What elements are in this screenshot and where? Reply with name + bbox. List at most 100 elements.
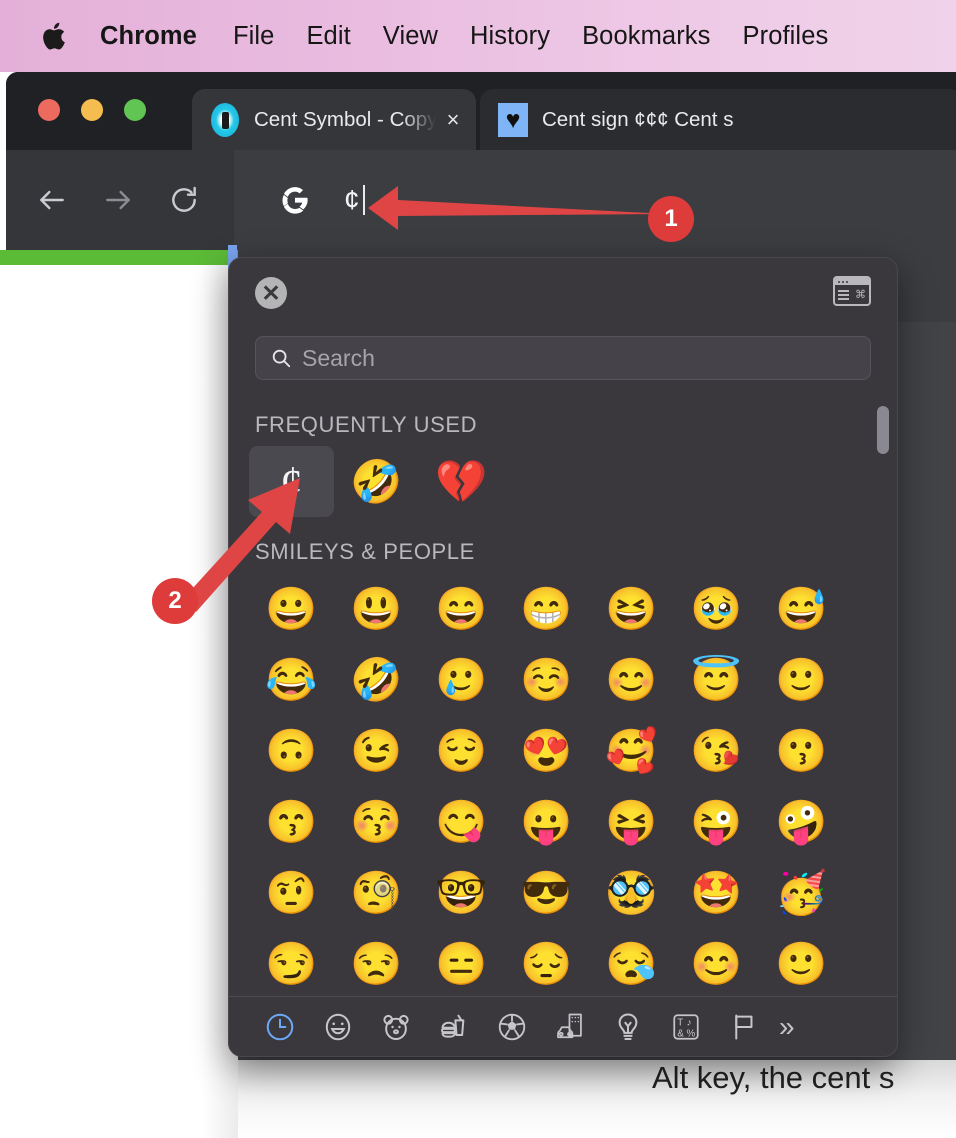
sleepy-face-emoji[interactable]: 😪 xyxy=(589,928,674,999)
text-caret xyxy=(362,185,365,215)
relieved-face-emoji[interactable]: 😌 xyxy=(419,715,504,786)
apple-logo-icon[interactable] xyxy=(38,18,68,54)
star-struck-emoji[interactable]: 🤩 xyxy=(674,857,759,928)
menu-item-bookmarks[interactable]: Bookmarks xyxy=(582,22,710,51)
browser-toolbar: ¢ xyxy=(6,150,956,250)
smiling-face-heart-eyes-emoji[interactable]: 😍 xyxy=(504,715,589,786)
svg-text:♪: ♪ xyxy=(687,1017,692,1028)
grinning-squinting-face-emoji[interactable]: 😆 xyxy=(589,573,674,644)
emoji-row: ¢ 🤣 💔 xyxy=(229,446,897,517)
menu-item-file[interactable]: File xyxy=(233,22,275,51)
menu-item-history[interactable]: History xyxy=(470,22,550,51)
annotation-marker-1: 1 xyxy=(648,196,694,242)
slightly-smiling-face-emoji[interactable]: 🙂 xyxy=(759,644,844,715)
rolling-on-the-floor-laughing-emoji[interactable]: 🤣 xyxy=(334,644,419,715)
partying-face-emoji[interactable]: 🥳 xyxy=(759,857,844,928)
window-traffic-lights xyxy=(38,99,146,121)
face-with-raised-eyebrow-emoji[interactable]: 🤨 xyxy=(249,857,334,928)
smiling-face-emoji[interactable]: ☺️ xyxy=(504,644,589,715)
car-building-icon[interactable] xyxy=(541,1005,599,1049)
nerd-face-emoji[interactable]: 🤓 xyxy=(419,857,504,928)
face-with-tears-of-joy-emoji[interactable]: 😂 xyxy=(249,644,334,715)
tab-cent-sign[interactable]: ♥ Cent sign ¢¢¢ Cent s xyxy=(480,89,956,151)
menu-item-chrome[interactable]: Chrome xyxy=(100,22,197,51)
emoji-row: 😏 😒 😑 😔 😪 😊 🙂 xyxy=(229,928,897,999)
frequently-used-cent-symbol[interactable]: ¢ xyxy=(249,446,334,517)
forward-arrow-icon[interactable] xyxy=(96,178,140,222)
kissing-face-emoji[interactable]: 😗 xyxy=(759,715,844,786)
slightly-smiling-face-emoji[interactable]: 🙂 xyxy=(759,928,844,999)
bear-icon[interactable] xyxy=(367,1005,425,1049)
address-bar-value: ¢ xyxy=(344,184,360,215)
grinning-face-sweat-emoji[interactable]: 😅 xyxy=(759,573,844,644)
emoji-picker-header: ✕ ⌘ xyxy=(229,258,897,336)
svg-text:%: % xyxy=(687,1028,696,1039)
disguised-face-emoji[interactable]: 🥸 xyxy=(589,857,674,928)
smiley-icon[interactable] xyxy=(309,1005,367,1049)
beaming-face-emoji[interactable]: 😁 xyxy=(504,573,589,644)
menu-item-edit[interactable]: Edit xyxy=(306,22,350,51)
menu-item-view[interactable]: View xyxy=(383,22,438,51)
character-viewer-icon[interactable]: ⌘ xyxy=(833,276,871,306)
smiling-face-emoji[interactable]: 😊 xyxy=(674,928,759,999)
lightbulb-icon[interactable] xyxy=(599,1005,657,1049)
grinning-face-emoji[interactable]: 😀 xyxy=(249,573,334,644)
minimize-window-button[interactable] xyxy=(81,99,103,121)
tab-close-button[interactable]: × xyxy=(436,103,470,137)
smiling-face-with-tear-emoji[interactable]: 🥲 xyxy=(419,644,504,715)
expressionless-face-emoji[interactable]: 😑 xyxy=(419,928,504,999)
smiling-face-with-hearts-emoji[interactable]: 🥰 xyxy=(589,715,674,786)
smiling-face-sunglasses-emoji[interactable]: 😎 xyxy=(504,857,589,928)
winking-face-with-tongue-emoji[interactable]: 😜 xyxy=(674,786,759,857)
grinning-face-smiling-eyes-emoji[interactable]: 😄 xyxy=(419,573,504,644)
emoji-row: 😂 🤣 🥲 ☺️ 😊 😇 🙂 xyxy=(229,644,897,715)
svg-text:&: & xyxy=(677,1028,684,1039)
close-circle-icon[interactable]: ✕ xyxy=(255,277,287,309)
broken-heart-emoji[interactable]: 💔 xyxy=(419,446,504,517)
symbols-icon[interactable]: T ♪ & % xyxy=(657,1005,715,1049)
kissing-face-smiling-eyes-emoji[interactable]: 😙 xyxy=(249,786,334,857)
emoji-row: 🤨 🧐 🤓 😎 🥸 🤩 🥳 xyxy=(229,857,897,928)
close-window-button[interactable] xyxy=(38,99,60,121)
smiling-face-smiling-eyes-emoji[interactable]: 😊 xyxy=(589,644,674,715)
squinting-face-with-tongue-emoji[interactable]: 😝 xyxy=(589,786,674,857)
reload-icon[interactable] xyxy=(162,178,206,222)
more-categories-icon[interactable]: » xyxy=(779,1011,795,1043)
upside-down-face-emoji[interactable]: 🙃 xyxy=(249,715,334,786)
rolling-on-the-floor-laughing-emoji[interactable]: 🤣 xyxy=(334,446,419,517)
face-savoring-food-emoji[interactable]: 😋 xyxy=(419,786,504,857)
face-with-tongue-emoji[interactable]: 😛 xyxy=(504,786,589,857)
browser-window: Cent Symbol - Copy and Past × ♥ Cent sig… xyxy=(6,72,956,250)
kissing-face-closed-eyes-emoji[interactable]: 😚 xyxy=(334,786,419,857)
tab-title: Cent sign ¢¢¢ Cent s xyxy=(542,108,734,131)
pensive-face-emoji[interactable]: 😔 xyxy=(504,928,589,999)
smiling-face-with-halo-emoji[interactable]: 😇 xyxy=(674,644,759,715)
soccer-ball-icon[interactable] xyxy=(483,1005,541,1049)
address-bar-input[interactable]: ¢ xyxy=(344,184,365,216)
face-with-monocle-emoji[interactable]: 🧐 xyxy=(334,857,419,928)
tab-title: Cent Symbol - Copy and Past xyxy=(254,108,436,131)
emoji-search-field[interactable]: Search xyxy=(255,336,871,380)
menu-item-profiles[interactable]: Profiles xyxy=(743,22,829,51)
emoji-category-bar: T ♪ & % » xyxy=(229,996,897,1056)
unamused-face-emoji[interactable]: 😒 xyxy=(334,928,419,999)
maximize-window-button[interactable] xyxy=(124,99,146,121)
search-icon xyxy=(268,345,294,371)
face-blowing-a-kiss-emoji[interactable]: 😘 xyxy=(674,715,759,786)
grinning-face-big-eyes-emoji[interactable]: 😃 xyxy=(334,573,419,644)
emoji-scroll-area[interactable]: FREQUENTLY USED ¢ 🤣 💔 SMILEYS & PEOPLE 😀… xyxy=(229,390,897,1000)
google-g-icon xyxy=(278,183,312,217)
address-bar[interactable]: ¢ xyxy=(234,150,956,250)
face-holding-back-tears-emoji[interactable]: 🥹 xyxy=(674,573,759,644)
zany-face-emoji[interactable]: 🤪 xyxy=(759,786,844,857)
emoji-picker-panel: ✕ ⌘ Search FREQUENTLY USED ¢ 🤣 💔 SMILEYS… xyxy=(228,257,898,1057)
clock-icon[interactable] xyxy=(251,1005,309,1049)
tab-cent-symbol[interactable]: Cent Symbol - Copy and Past × xyxy=(192,89,476,151)
winking-face-emoji[interactable]: 😉 xyxy=(334,715,419,786)
emoji-scrollbar-thumb[interactable] xyxy=(877,406,889,454)
flag-icon[interactable] xyxy=(715,1005,773,1049)
emoji-row: 😙 😚 😋 😛 😝 😜 🤪 xyxy=(229,786,897,857)
food-drink-icon[interactable] xyxy=(425,1005,483,1049)
back-arrow-icon[interactable] xyxy=(30,178,74,222)
smirking-face-emoji[interactable]: 😏 xyxy=(249,928,334,999)
